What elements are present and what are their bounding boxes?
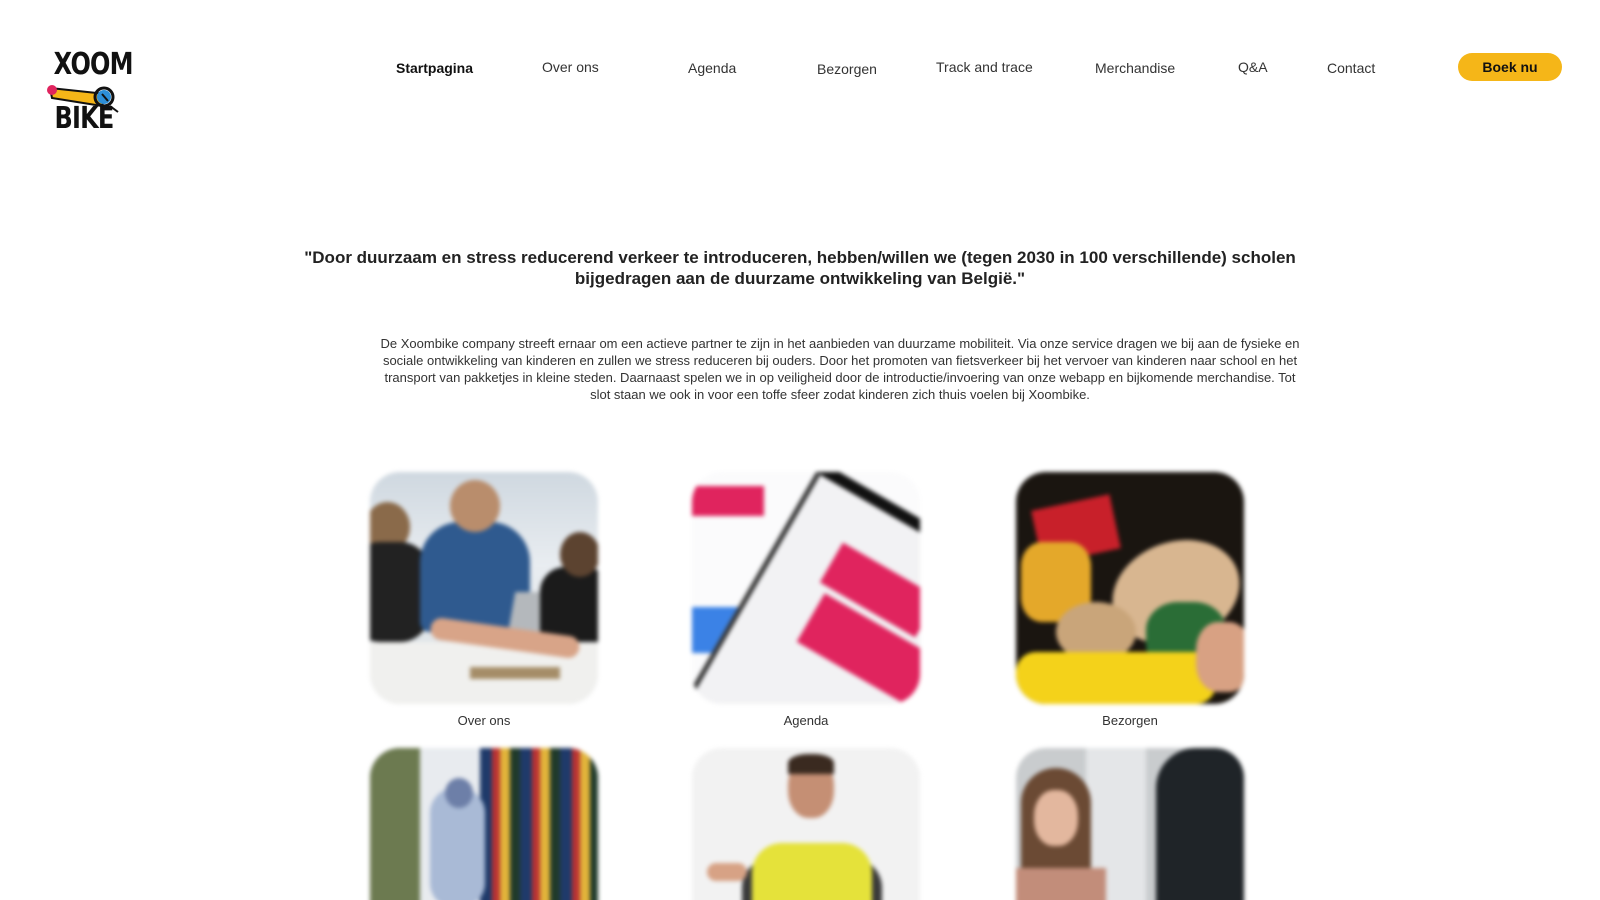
card-bezorgen[interactable]: Bezorgen [1016,472,1244,728]
agenda-tablet-image [692,472,920,704]
intro-paragraph: De Xoombike company streeft ernaar om ee… [380,336,1300,402]
courier-image [692,748,920,900]
groceries-image [1016,472,1244,704]
conversation-image [1016,748,1244,900]
card-label-over-ons: Over ons [457,713,511,728]
nav-contact[interactable]: Contact [1327,60,1375,76]
nav-merchandise[interactable]: Merchandise [1095,60,1175,76]
card-label-bezorgen: Bezorgen [1102,713,1158,728]
card-courier[interactable] [692,748,920,900]
card-conversation[interactable] [1016,748,1244,900]
main-navigation: Startpagina Over ons Agenda Bezorgen Tra… [0,58,1600,82]
shop-image [370,748,598,900]
nav-agenda[interactable]: Agenda [688,60,736,76]
card-merchandise-shop[interactable] [370,748,598,900]
mission-quote: "Door duurzaam en stress reducerend verk… [304,248,1296,288]
nav-bezorgen[interactable]: Bezorgen [817,61,877,77]
logo-text-bottom: BIKE [54,101,114,136]
nav-qa[interactable]: Q&A [1238,59,1268,75]
card-agenda[interactable]: Agenda [692,472,920,728]
team-meeting-image [370,472,598,704]
nav-over-ons[interactable]: Over ons [542,59,599,75]
book-now-button[interactable]: Boek nu [1458,53,1562,81]
home-page: XOOM BIKE Startpagina Over ons Agenda Be… [0,0,1600,900]
nav-startpagina[interactable]: Startpagina [396,60,473,76]
nav-track-and-trace[interactable]: Track and trace [936,59,1033,75]
card-over-ons[interactable]: Over ons [370,472,598,728]
card-label-agenda: Agenda [783,713,829,728]
